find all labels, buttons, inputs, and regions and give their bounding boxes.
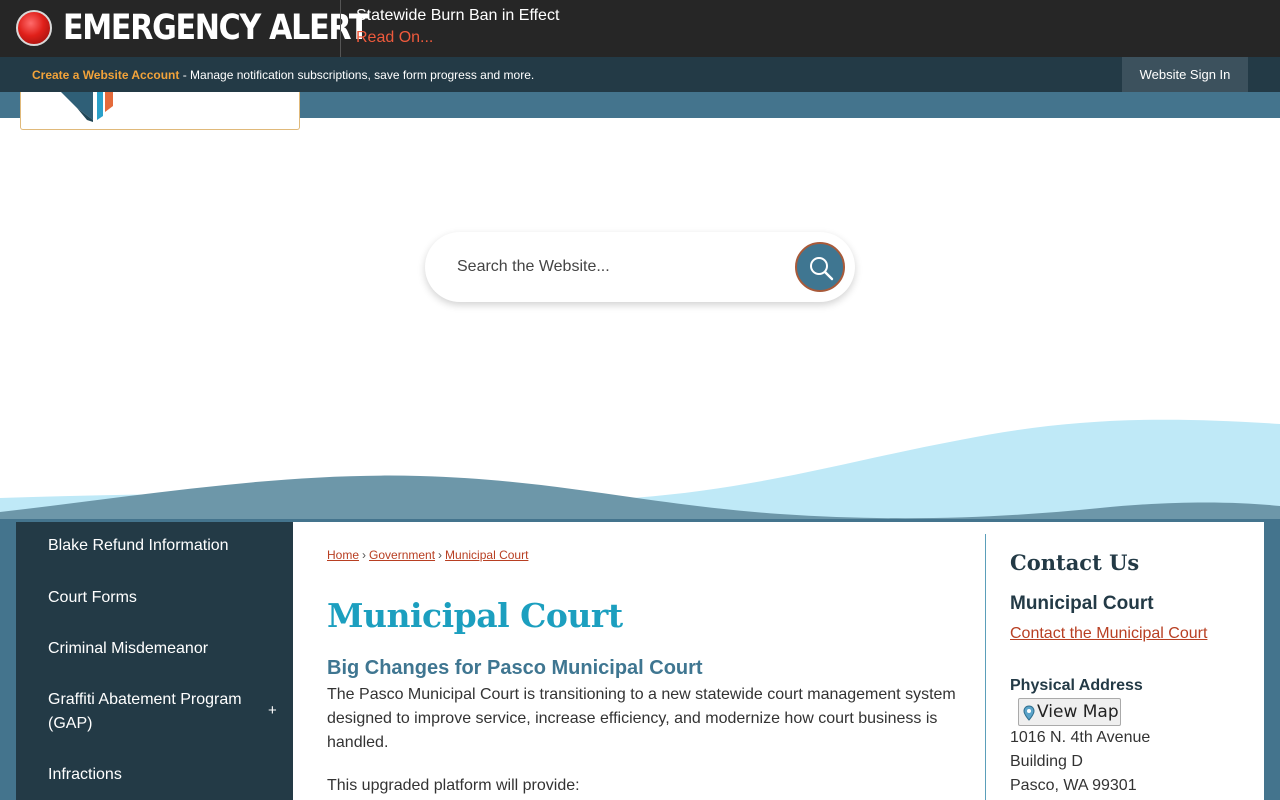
- view-map-label: View Map: [1037, 702, 1119, 722]
- main-content: Home › Government › Municipal Court Municipa…: [293, 522, 1264, 800]
- breadcrumb-separator: ›: [438, 548, 443, 562]
- sidebar-item-graffiti-abatement[interactable]: Graffiti Abatement Program (GAP): [48, 688, 248, 736]
- column-divider: [985, 534, 986, 800]
- sidebar-item-court-forms[interactable]: Court Forms: [48, 586, 137, 610]
- breadcrumb: Home › Government › Municipal Court: [327, 548, 528, 562]
- map-pin-icon: [1023, 705, 1035, 721]
- alert-headline: Statewide Burn Ban in Effect: [356, 7, 560, 24]
- article-subheading: Big Changes for Pasco Municipal Court: [327, 657, 703, 679]
- article-paragraph-2: This upgraded platform will provide:: [327, 777, 580, 794]
- breadcrumb-municipal-court[interactable]: Municipal Court: [445, 548, 528, 562]
- sign-in-button[interactable]: Website Sign In: [1122, 57, 1248, 92]
- sidebar-item-infractions[interactable]: Infractions: [48, 763, 122, 787]
- sidebar-item-criminal-misdemeanor[interactable]: Criminal Misdemeanor: [48, 637, 208, 661]
- alert-read-on-link[interactable]: Read On...: [356, 29, 433, 47]
- search-bar: [425, 232, 855, 302]
- breadcrumb-home[interactable]: Home: [327, 548, 359, 562]
- decorative-waves: [0, 419, 1280, 525]
- account-bar: Create a Website Account - Manage notifi…: [0, 57, 1280, 92]
- alert-divider: [340, 0, 341, 57]
- address-line: Building D: [1010, 753, 1083, 770]
- site-logo[interactable]: [20, 92, 300, 130]
- breadcrumb-government[interactable]: Government: [369, 548, 435, 562]
- address-line: 1016 N. 4th Avenue: [1010, 729, 1151, 746]
- address-line: Pasco, WA 99301: [1010, 777, 1137, 794]
- city-logo-icon: [61, 92, 113, 122]
- search-button[interactable]: [795, 242, 845, 292]
- alert-light-icon: [16, 10, 52, 46]
- account-description: - Manage notification subscriptions, sav…: [179, 68, 535, 82]
- contact-court-link[interactable]: Contact the Municipal Court: [1010, 625, 1207, 643]
- page-title: Municipal Court: [327, 596, 623, 635]
- search-icon: [810, 257, 834, 281]
- emergency-alert-bar: EMERGENCY ALERT Statewide Burn Ban in Ef…: [0, 0, 1280, 57]
- account-message: Create a Website Account - Manage notifi…: [32, 68, 534, 82]
- article-paragraph: The Pasco Municipal Court is transitioni…: [327, 686, 956, 751]
- alert-title: EMERGENCY ALERT: [63, 8, 369, 48]
- sidebar-nav: Blake Refund Information Court Forms Cri…: [16, 522, 293, 800]
- contact-us-heading: Contact Us: [1010, 550, 1140, 575]
- view-map-button[interactable]: View Map: [1018, 698, 1121, 726]
- breadcrumb-separator: ›: [362, 548, 367, 562]
- expand-plus-icon[interactable]: +: [268, 702, 277, 719]
- create-account-link[interactable]: Create a Website Account: [32, 68, 179, 82]
- sidebar-item-blake-refund[interactable]: Blake Refund Information: [48, 534, 229, 558]
- search-input[interactable]: [457, 254, 787, 280]
- contact-name: Municipal Court: [1010, 593, 1154, 614]
- physical-address-label: Physical Address: [1010, 677, 1143, 694]
